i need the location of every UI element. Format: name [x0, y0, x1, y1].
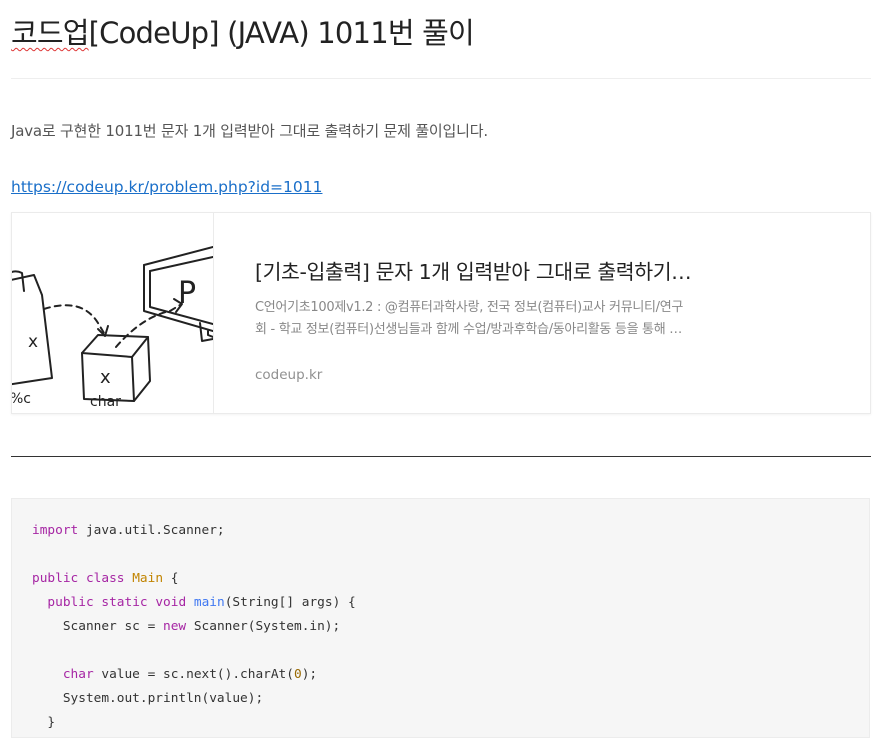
- code-line: }: [47, 715, 56, 730]
- code-line: Scanner sc = new Scanner(System.in);: [62, 619, 341, 634]
- card-title[interactable]: [기초-입출력] 문자 1개 입력받아 그대로 출력하기…: [255, 255, 755, 285]
- post-title-rest: [CodeUp] (JAVA) 1011번 풀이: [88, 16, 475, 50]
- intro-paragraph: Java로 구현한 1011번 문자 1개 입력받아 그대로 출력하기 문제 풀…: [11, 122, 488, 140]
- horizontal-rule: [11, 456, 871, 457]
- thumb-box-caption: char: [90, 394, 121, 410]
- code-line: public class Main {: [32, 571, 179, 586]
- problem-link[interactable]: https://codeup.kr/problem.php?id=1011: [11, 178, 322, 196]
- code-line: System.out.println(value);: [62, 691, 264, 706]
- card-thumbnail: x x char P %c: [12, 213, 214, 413]
- char-io-illustration: x x char P %c: [12, 246, 213, 410]
- code-line: char value = sc.next().charAt(0);: [62, 667, 318, 682]
- code-content: import java.util.Scanner; public class Ma…: [32, 519, 356, 735]
- thumb-format-label: %c: [12, 391, 31, 407]
- thumb-screen-label: P: [178, 276, 196, 311]
- card-description-line: 회 - 학교 정보(컴퓨터)선생님들과 함께 수업/방과후학습/동아리활동 등을…: [255, 322, 682, 337]
- card-description-line: C언어기초100제v1.2 : @컴퓨터과학사랑, 전국 정보(컴퓨터)교사 커…: [255, 300, 684, 315]
- post-title: 코드업[CodeUp] (JAVA) 1011번 풀이: [11, 10, 475, 52]
- post-title-prefix: 코드업: [11, 16, 89, 50]
- code-line: public static void main(String[] args) {: [47, 595, 356, 610]
- link-preview-card[interactable]: x x char P %c [기초-입출력] 문자 1개 입력받아 그대로 출력…: [11, 212, 871, 414]
- title-divider: [11, 78, 871, 79]
- card-description: C언어기초100제v1.2 : @컴퓨터과학사랑, 전국 정보(컴퓨터)교사 커…: [255, 297, 725, 341]
- card-domain: codeup.kr: [255, 367, 323, 383]
- thumb-box-label: x: [100, 367, 111, 388]
- code-line: import java.util.Scanner;: [32, 523, 225, 538]
- code-block: import java.util.Scanner; public class Ma…: [11, 498, 870, 738]
- thumb-var-label: x: [28, 332, 38, 352]
